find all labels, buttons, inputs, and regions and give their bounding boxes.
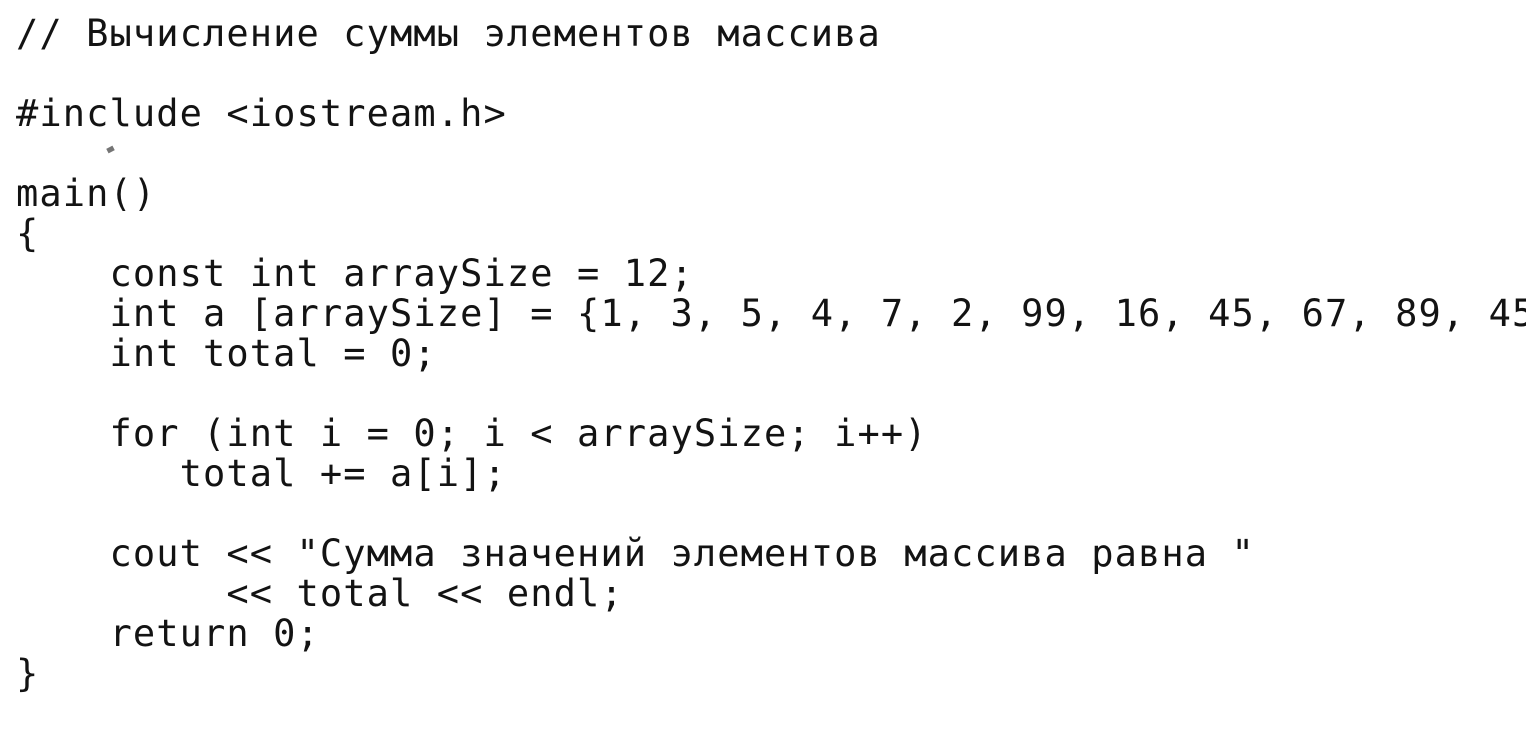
code-line-blank: [16, 374, 1516, 414]
code-line-blank: [16, 134, 1516, 174]
code-line-include: #include <iostream.h>: [16, 92, 507, 135]
code-line-blank: [16, 494, 1516, 534]
code-line-open-brace: {: [16, 212, 40, 255]
code-line-for-loop: for (int i = 0; i < arraySize; i++): [16, 412, 928, 455]
code-line-return: return 0;: [16, 612, 320, 655]
code-line-main-signature: main(): [16, 172, 157, 215]
code-line-const-arraysize: const int arraySize = 12;: [16, 252, 694, 295]
code-line-comment: // Вычисление суммы элементов массива: [16, 12, 881, 55]
code-line-total-declaration: int total = 0;: [16, 332, 437, 375]
code-line-close-brace: }: [16, 652, 40, 695]
code-line-cout-message: cout << "Сумма значений элементов массив…: [16, 532, 1255, 575]
code-listing: // Вычисление суммы элементов массива #i…: [16, 12, 1526, 695]
code-line-array-declaration: int a [arraySize] = {1, 3, 5, 4, 7, 2, 9…: [16, 292, 1526, 335]
page-canvas: // Вычисление суммы элементов массива #i…: [0, 0, 1526, 736]
code-line-blank: [16, 54, 1516, 94]
code-line-cout-total: << total << endl;: [16, 572, 624, 615]
code-line-accumulate: total += a[i];: [16, 452, 507, 495]
